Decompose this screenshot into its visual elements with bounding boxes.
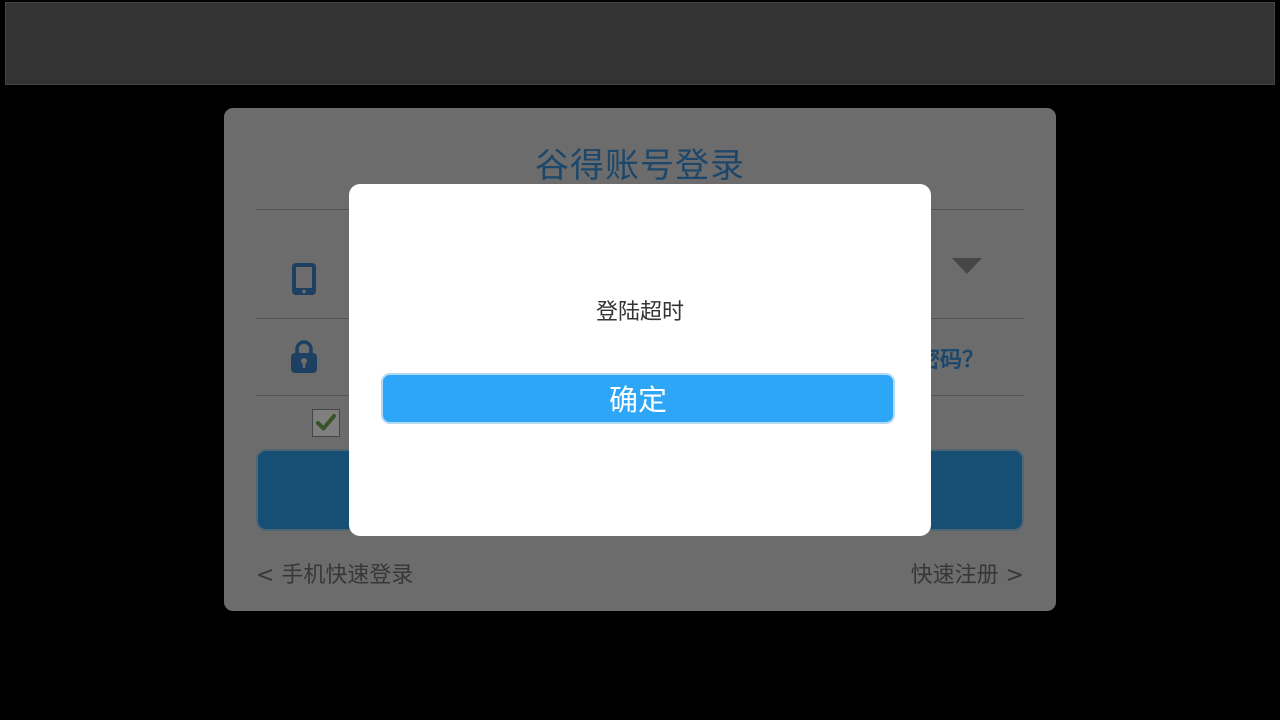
- dialog-message: 登陆超时: [595, 300, 684, 325]
- app-screen: 谷得账号登录 密码？ < 手机快速登录 快速注册 > 登: [0, 0, 1280, 720]
- confirm-button[interactable]: 确定: [381, 373, 895, 424]
- timeout-dialog: 登陆超时 确定: [349, 184, 931, 536]
